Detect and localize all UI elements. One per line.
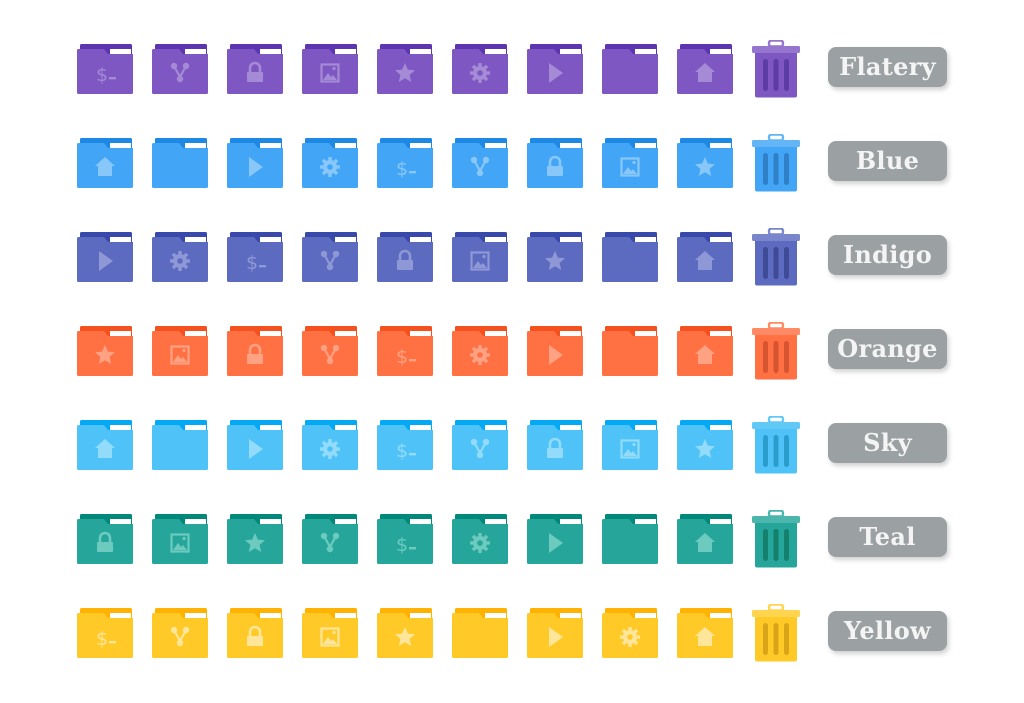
folder-icon-lock[interactable]: [77, 514, 133, 564]
gear-icon: [470, 533, 490, 553]
trash-icon[interactable]: [752, 603, 800, 662]
folder-icon-image[interactable]: [602, 420, 658, 470]
folder-icon-image[interactable]: [152, 514, 208, 564]
gear-icon: [470, 63, 490, 83]
folder-icon-lock[interactable]: [527, 138, 583, 188]
folder-icon-star[interactable]: [677, 138, 733, 188]
folder-icon-play[interactable]: [527, 514, 583, 564]
folder-icon[interactable]: [602, 326, 658, 376]
folder-icon-play[interactable]: [227, 138, 283, 188]
folder-icon[interactable]: [602, 232, 658, 282]
folder-icon-home[interactable]: [77, 420, 133, 470]
theme-label: Blue: [828, 141, 947, 181]
theme-row-blue: $ Blue: [0, 133, 1024, 198]
gear-icon: [170, 251, 190, 271]
folder-icon-fork[interactable]: [302, 326, 358, 376]
folder-icon-gear[interactable]: [452, 514, 508, 564]
folder-icon[interactable]: [602, 514, 658, 564]
folder-icon-play[interactable]: [527, 608, 583, 658]
folder-icon[interactable]: [152, 420, 208, 470]
theme-label: Yellow: [828, 611, 947, 651]
folder-icon-terminal[interactable]: $: [227, 232, 283, 282]
folder-icon-lock[interactable]: [227, 326, 283, 376]
folder-icon-star[interactable]: [77, 326, 133, 376]
svg-text:$: $: [396, 158, 408, 180]
gear-icon: [470, 345, 490, 365]
folder-icon-terminal[interactable]: $: [77, 608, 133, 658]
folder-icon-lock[interactable]: [227, 44, 283, 94]
folder-icon-fork[interactable]: [302, 514, 358, 564]
folder-icon-fork[interactable]: [152, 44, 208, 94]
folder-icon-home[interactable]: [677, 44, 733, 94]
folder-icon-star[interactable]: [527, 232, 583, 282]
folder-icon-image[interactable]: [602, 138, 658, 188]
theme-row-yellow: $ Yellow: [0, 603, 1024, 668]
folder-icon-terminal[interactable]: $: [377, 514, 433, 564]
theme-row-orange: $ Orange: [0, 321, 1024, 386]
svg-text:$: $: [396, 534, 408, 556]
folder-icon-home[interactable]: [77, 138, 133, 188]
gear-icon: [320, 157, 340, 177]
folder-icon-home[interactable]: [677, 514, 733, 564]
folder-icon-terminal[interactable]: $: [377, 138, 433, 188]
folder-icon-play[interactable]: [227, 420, 283, 470]
folder-icon[interactable]: [602, 44, 658, 94]
theme-label: Teal: [828, 517, 947, 557]
folder-icon-gear[interactable]: [452, 44, 508, 94]
svg-text:$: $: [96, 628, 108, 650]
theme-row-flatery: $ Flatery: [0, 39, 1024, 104]
folder-icon-star[interactable]: [377, 608, 433, 658]
theme-row-sky: $ Sky: [0, 415, 1024, 480]
folder-icon-lock[interactable]: [527, 420, 583, 470]
theme-label: Indigo: [828, 235, 947, 275]
folder-icon-gear[interactable]: [302, 420, 358, 470]
folder-icon-gear[interactable]: [602, 608, 658, 658]
folder-icon-fork[interactable]: [302, 232, 358, 282]
folder-icon-play[interactable]: [527, 44, 583, 94]
folder-icon-home[interactable]: [677, 326, 733, 376]
folder-icon-terminal[interactable]: $: [77, 44, 133, 94]
theme-row-indigo: $ Indigo: [0, 227, 1024, 292]
folder-icon-gear[interactable]: [302, 138, 358, 188]
svg-text:$: $: [96, 64, 108, 86]
svg-text:$: $: [396, 440, 408, 462]
folder-icon-star[interactable]: [677, 420, 733, 470]
folder-icon[interactable]: [452, 608, 508, 658]
trash-icon[interactable]: [752, 321, 800, 380]
folder-icon-fork[interactable]: [452, 420, 508, 470]
folder-icon-lock[interactable]: [227, 608, 283, 658]
svg-text:$: $: [246, 252, 258, 274]
folder-icon-fork[interactable]: [452, 138, 508, 188]
folder-icon-gear[interactable]: [152, 232, 208, 282]
folder-icon-image[interactable]: [302, 608, 358, 658]
theme-row-teal: $ Teal: [0, 509, 1024, 574]
trash-icon[interactable]: [752, 227, 800, 286]
folder-icon-play[interactable]: [77, 232, 133, 282]
gear-icon: [320, 439, 340, 459]
theme-label: Orange: [828, 329, 947, 369]
folder-icon-image[interactable]: [152, 326, 208, 376]
folder-icon-star[interactable]: [227, 514, 283, 564]
svg-text:$: $: [396, 346, 408, 368]
theme-label: Flatery: [828, 47, 947, 87]
folder-icon-fork[interactable]: [152, 608, 208, 658]
folder-icon-terminal[interactable]: $: [377, 326, 433, 376]
folder-icon-home[interactable]: [677, 232, 733, 282]
folder-icon-play[interactable]: [527, 326, 583, 376]
folder-icon-home[interactable]: [677, 608, 733, 658]
folder-icon[interactable]: [152, 138, 208, 188]
folder-icon-gear[interactable]: [452, 326, 508, 376]
folder-icon-terminal[interactable]: $: [377, 420, 433, 470]
folder-icon-lock[interactable]: [377, 232, 433, 282]
trash-icon[interactable]: [752, 133, 800, 192]
theme-label: Sky: [828, 423, 947, 463]
folder-icon-image[interactable]: [302, 44, 358, 94]
folder-icon-star[interactable]: [377, 44, 433, 94]
folder-icon-image[interactable]: [452, 232, 508, 282]
gear-icon: [620, 627, 640, 647]
trash-icon[interactable]: [752, 39, 800, 98]
trash-icon[interactable]: [752, 415, 800, 474]
trash-icon[interactable]: [752, 509, 800, 568]
